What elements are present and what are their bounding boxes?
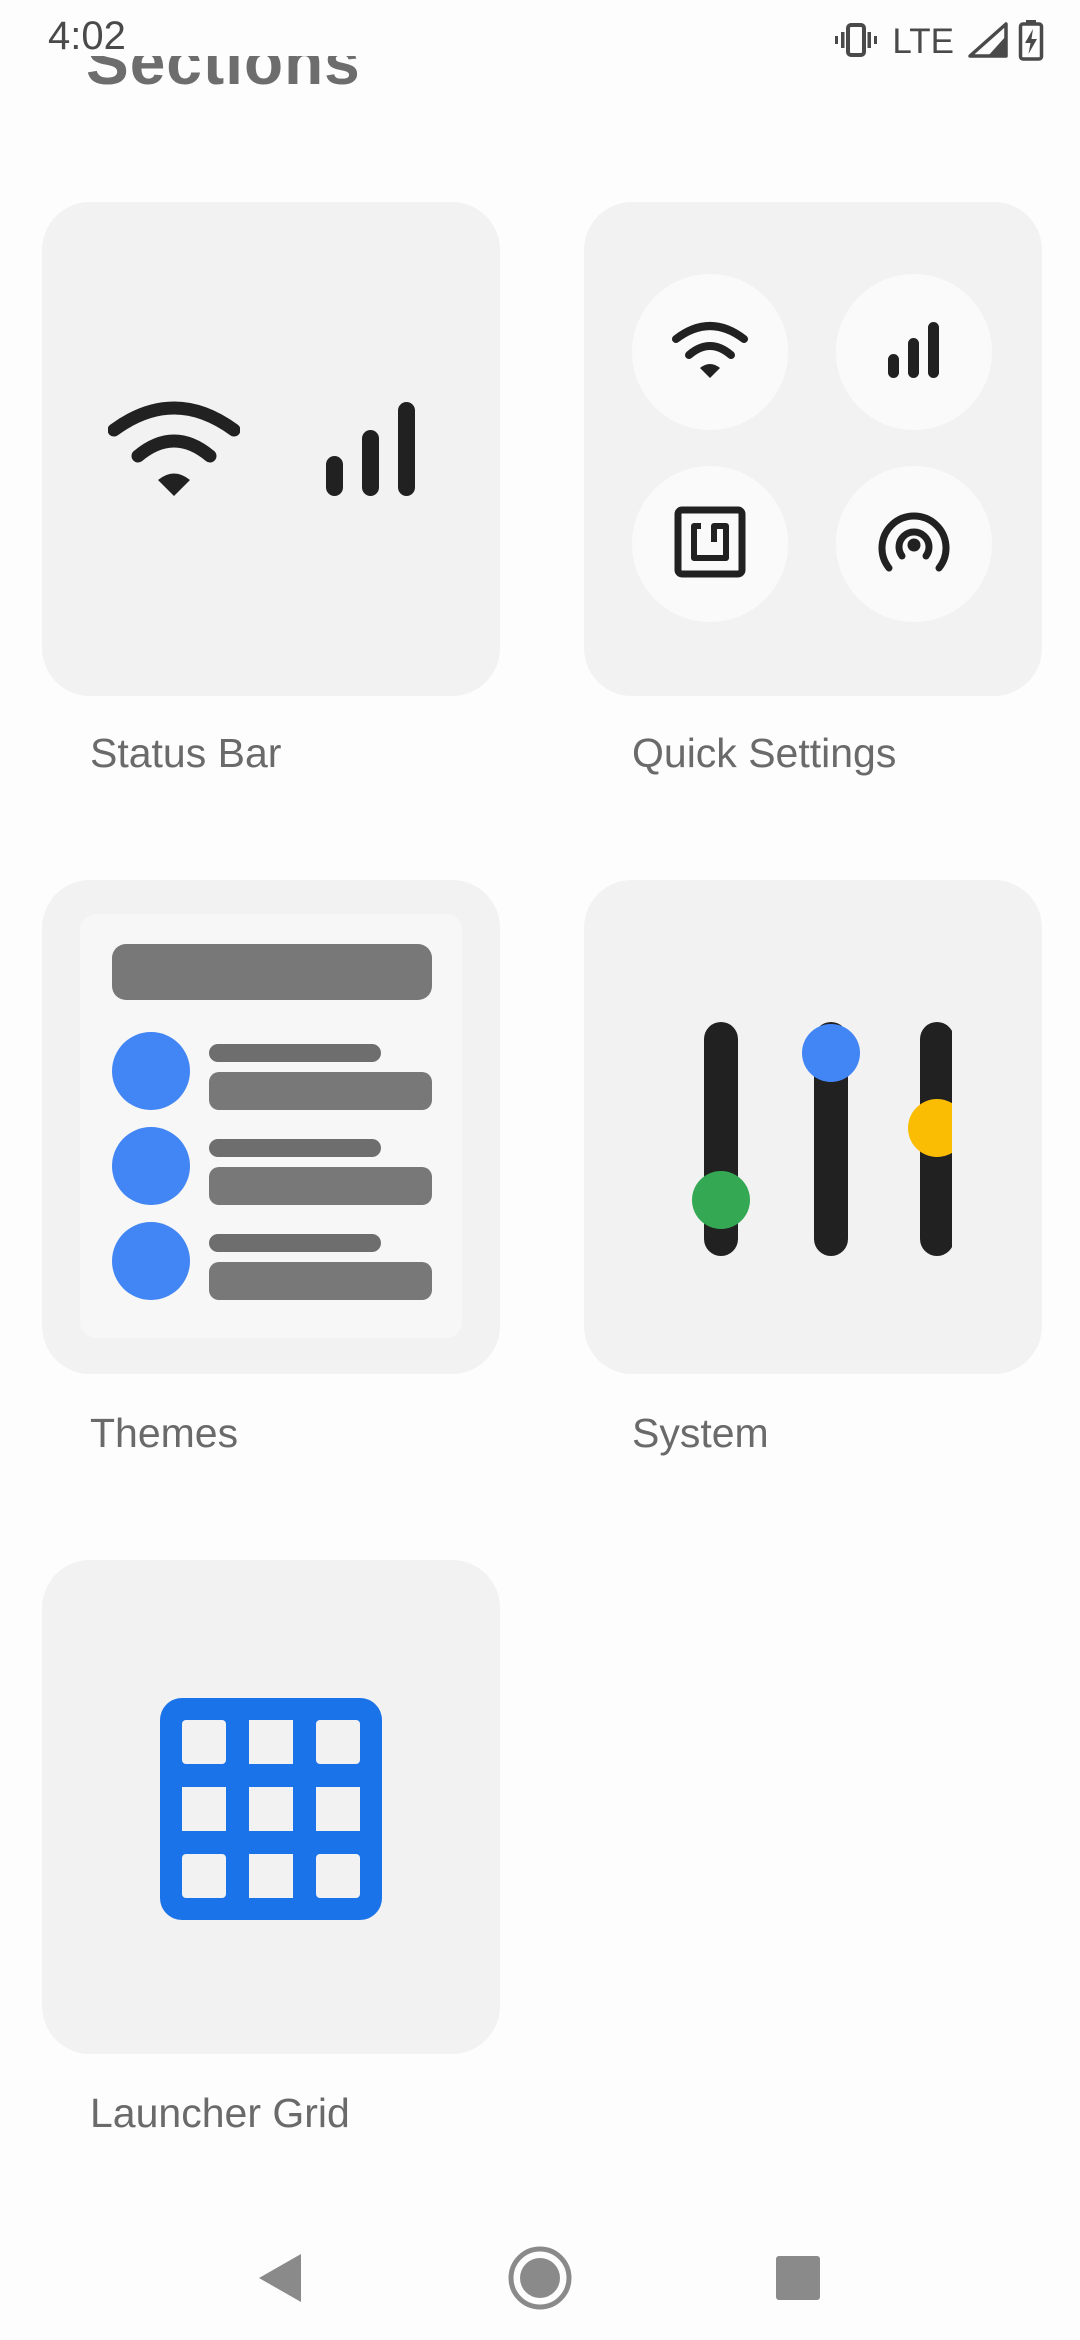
grid-icon [160,1698,382,1925]
battery-charging-icon [1018,19,1044,66]
signal-icon [968,21,1008,63]
themes-section-card[interactable] [42,880,500,1374]
preview-list-item [112,1127,432,1205]
preview-avatar [112,1032,190,1110]
preview-line-long [209,1262,432,1300]
home-icon [507,2245,573,2316]
system-section-card[interactable] [584,880,1042,1374]
cellular-tile [836,274,992,430]
status-bar-section-card[interactable] [42,202,500,696]
navigation-bar [0,2200,1080,2340]
back-button[interactable] [240,2240,320,2320]
home-button[interactable] [500,2240,580,2320]
cellular-signal-icon [886,320,942,385]
section-label: Status Bar [90,730,282,776]
preview-header-bar [112,944,432,1000]
preview-line-short [209,1139,381,1157]
cellular-signal-icon [322,398,420,505]
hotspot-tile [836,466,992,622]
back-icon [255,2251,305,2310]
section-label: Themes [90,1410,239,1456]
hotspot-icon [875,506,953,583]
quick-settings-section-card[interactable] [584,202,1042,696]
recents-icon [774,2254,822,2307]
wifi-icon [672,321,748,384]
network-type: LTE [892,22,954,61]
wifi-tile [632,274,788,430]
preview-line-short [209,1044,381,1062]
wifi-icon [107,400,241,503]
clock: 4:02 [48,14,126,58]
preview-list-item [112,1032,432,1110]
preview-line-long [209,1072,432,1110]
preview-line-long [209,1167,432,1205]
section-label: System [632,1410,769,1456]
preview-avatar [112,1222,190,1300]
vibrate-icon [834,22,878,63]
launcher-grid-section-card[interactable] [42,1560,500,2054]
preview-list-item [112,1222,432,1300]
preview-line-short [209,1234,381,1252]
section-label: Quick Settings [632,730,897,776]
nfc-icon [674,506,746,583]
status-icons: LTE [834,18,1044,66]
recents-button[interactable] [758,2240,838,2320]
preview-avatar [112,1127,190,1205]
theme-preview-icon [80,914,462,1338]
section-label: Launcher Grid [90,2090,350,2136]
sliders-icon [672,1010,966,1273]
nfc-tile [632,466,788,622]
